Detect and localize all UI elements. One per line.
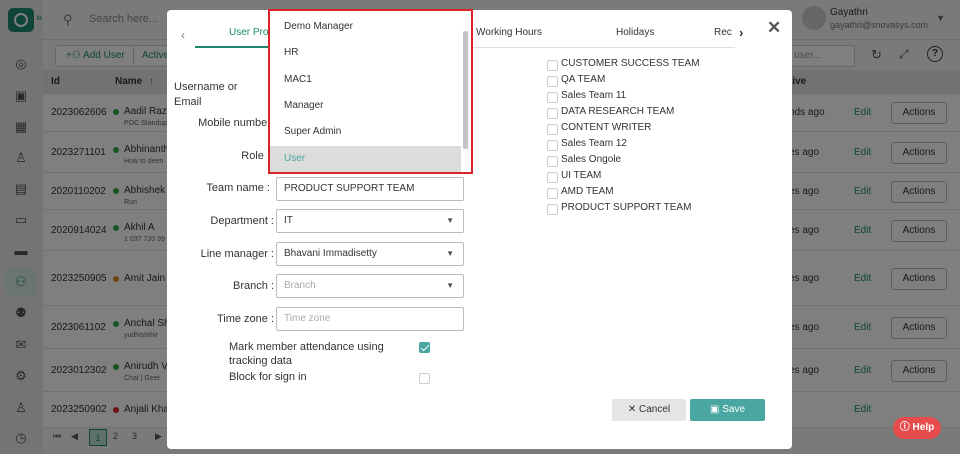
tab-holidays[interactable]: Holidays <box>616 27 654 38</box>
department-label: Department : <box>210 215 274 227</box>
branch-select[interactable]: Branch ▼ <box>276 274 464 298</box>
role-option[interactable]: Manager <box>270 93 461 119</box>
tab-next-icon[interactable]: › <box>739 25 743 40</box>
team-checkbox[interactable] <box>547 140 558 151</box>
team-label: Sales Team 11 <box>561 90 627 101</box>
cancel-button[interactable]: ✕ Cancel <box>612 399 686 421</box>
role-option[interactable]: MAC1 <box>270 67 461 93</box>
tab-working-hours[interactable]: Working Hours <box>476 27 542 38</box>
save-label: Save <box>722 404 746 415</box>
help-button[interactable]: ⓘ Help <box>893 417 941 439</box>
username-label: Username or Email <box>174 81 238 108</box>
team-name-input[interactable]: PRODUCT SUPPORT TEAM <box>276 177 464 201</box>
block-label: Block for sign in <box>229 371 307 383</box>
chevron-down-icon: ▼ <box>446 281 454 290</box>
mobile-label: Mobile number : <box>198 117 277 129</box>
team-label: PRODUCT SUPPORT TEAM <box>561 202 692 213</box>
branch-label: Branch : <box>233 280 274 292</box>
team-label: Sales Team 12 <box>561 138 627 149</box>
department-value: IT <box>284 215 293 226</box>
attendance-checkbox[interactable] <box>419 342 430 353</box>
team-label: UI TEAM <box>561 170 602 181</box>
team-label: AMD TEAM <box>561 186 614 197</box>
timezone-input[interactable]: Time zone <box>276 307 464 331</box>
line-manager-value: Bhavani Immadisetty <box>284 248 377 259</box>
team-checkbox[interactable] <box>547 156 558 167</box>
team-label: CUSTOMER SUCCESS TEAM <box>561 58 700 69</box>
save-button[interactable]: ▣ Save <box>690 399 765 421</box>
help-label: Help <box>912 422 935 433</box>
role-dropdown[interactable]: Demo Manager HR MAC1 Manager Super Admin User <box>268 9 473 174</box>
team-checkbox[interactable] <box>547 204 558 215</box>
tab-user-profile[interactable]: User Profi <box>229 27 273 38</box>
block-checkbox[interactable] <box>419 373 430 384</box>
line-manager-select[interactable]: Bhavani Immadisetty ▼ <box>276 242 464 266</box>
team-checkbox[interactable] <box>547 76 558 87</box>
team-checkbox[interactable] <box>547 60 558 71</box>
attendance-label: Mark member attendance using tracking da… <box>229 341 384 367</box>
chevron-down-icon: ▼ <box>446 216 454 225</box>
timezone-label: Time zone : <box>216 313 274 325</box>
close-icon[interactable]: ✕ <box>767 18 781 38</box>
branch-placeholder: Branch <box>284 280 316 291</box>
team-checkbox[interactable] <box>547 172 558 183</box>
team-checkbox[interactable] <box>547 124 558 135</box>
team-checkbox[interactable] <box>547 92 558 103</box>
team-checkbox[interactable] <box>547 188 558 199</box>
role-label: Role : <box>241 150 270 162</box>
team-label: DATA RESEARCH TEAM <box>561 106 675 117</box>
cancel-label: Cancel <box>639 404 671 415</box>
edit-user-modal: ‹ User Profi Working Hours Holidays Rec … <box>167 10 792 449</box>
team-label: QA TEAM <box>561 74 606 85</box>
line-manager-label: Line manager : <box>200 248 274 260</box>
team-name-label: Team name : <box>206 182 270 194</box>
role-option[interactable]: User <box>270 145 461 172</box>
department-select[interactable]: IT ▼ <box>276 209 464 233</box>
team-label: CONTENT WRITER <box>561 122 652 133</box>
role-option[interactable]: Demo Manager <box>270 14 461 40</box>
role-option[interactable]: Super Admin <box>270 119 461 145</box>
team-label: Sales Ongole <box>561 154 622 165</box>
team-checkbox[interactable] <box>547 108 558 119</box>
tab-prev-icon[interactable]: ‹ <box>181 28 185 42</box>
dropdown-scrollbar[interactable] <box>463 31 468 149</box>
role-option[interactable]: HR <box>270 40 461 66</box>
tab-rec[interactable]: Rec <box>714 27 732 38</box>
chevron-down-icon: ▼ <box>446 249 454 258</box>
